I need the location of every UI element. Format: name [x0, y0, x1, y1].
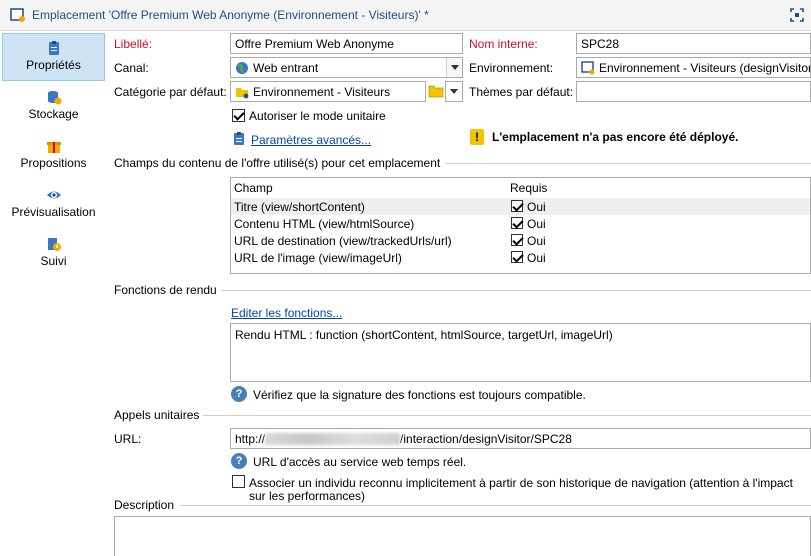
requis-checkbox[interactable] [511, 200, 523, 212]
globe-icon [236, 62, 248, 74]
sidebar-item-previsualisation[interactable]: Prévisualisation [2, 181, 105, 229]
libelle-input[interactable]: Offre Premium Web Anonyme [230, 33, 463, 54]
categorie-value: Environnement - Visiteurs [253, 85, 391, 99]
window-title: Emplacement 'Offre Premium Web Anonyme (… [32, 8, 429, 22]
sidebar-item-suivi[interactable]: Suivi [2, 230, 105, 278]
url-prefix: http:// [235, 432, 266, 446]
sidebar-item-label: Prévisualisation [11, 205, 96, 219]
column-header-champ: Champ [234, 181, 273, 195]
table-row[interactable]: URL de destination (view/trackedUrls/url… [231, 232, 810, 249]
gift-icon [46, 142, 61, 153]
deployment-warning: L'emplacement n'a pas encore été déployé… [492, 130, 739, 144]
champ-cell: Titre (view/shortContent) [234, 200, 365, 214]
title-bar: Emplacement 'Offre Premium Web Anonyme (… [0, 0, 811, 31]
champs-section-title: Champs du contenu de l'offre utilisé(s) … [114, 156, 441, 170]
environnement-value: Environnement - Visiteurs (designVisitor… [599, 61, 811, 75]
url-suffix: /interaction/designVisitor/SPC28 [400, 432, 572, 446]
sidebar-item-proprietes[interactable]: Propriétés [2, 33, 105, 81]
requis-cell: Oui [527, 217, 546, 231]
warning-icon: ! [470, 129, 484, 145]
associate-individual-checkbox[interactable] [232, 475, 245, 488]
table-row[interactable]: Titre (view/shortContent) Oui [231, 198, 810, 215]
nom-interne-input[interactable]: SPC28 [576, 33, 811, 54]
section-divider [446, 163, 811, 164]
categorie-label: Catégorie par défaut: [114, 85, 227, 99]
rendu-section-title: Fonctions de rendu [114, 283, 217, 297]
signature-help-text: Vérifiez que la signature des fonctions … [253, 388, 586, 402]
requis-cell: Oui [527, 251, 546, 265]
database-sync-icon [47, 91, 61, 105]
mode-unitaire-checkbox[interactable] [232, 109, 245, 122]
table-row[interactable]: URL de l'image (view/imageUrl) Oui [231, 249, 810, 266]
environment-icon [581, 61, 595, 75]
themes-input[interactable] [576, 81, 811, 102]
sidebar-item-stockage[interactable]: Stockage [2, 83, 105, 131]
appels-section-title: Appels unitaires [114, 408, 200, 422]
associate-label-line2: sur les performances) [249, 489, 366, 503]
maximize-icon[interactable] [789, 7, 805, 23]
url-input[interactable]: http:// /interaction/designVisitor/SPC28 [230, 428, 811, 449]
url-help-text: URL d'accès au service web temps réel. [253, 455, 467, 469]
associate-label-line1: Associer un individu reconnu impliciteme… [249, 476, 793, 490]
canal-label: Canal: [114, 61, 149, 75]
sidebar-item-label: Suivi [40, 254, 67, 268]
folder-icon [236, 88, 249, 99]
sidebar-item-label: Propriétés [26, 58, 81, 72]
tracking-icon [47, 238, 61, 251]
requis-checkbox[interactable] [511, 217, 523, 229]
champ-cell: URL de destination (view/trackedUrls/url… [234, 234, 452, 248]
sidebar-item-label: Propositions [20, 156, 87, 170]
eye-icon [46, 191, 61, 199]
sidebar-item-label: Stockage [28, 107, 79, 121]
description-section-title: Description [114, 498, 175, 512]
sidebar-item-propositions[interactable]: Propositions [2, 132, 105, 180]
clipboard-icon [234, 132, 244, 145]
description-textarea[interactable] [114, 516, 811, 556]
environnement-label: Environnement: [469, 61, 554, 75]
section-divider [221, 290, 811, 291]
environnement-field[interactable]: Environnement - Visiteurs (designVisitor… [576, 57, 811, 78]
libelle-label: Libellé: [114, 37, 153, 51]
column-header-requis: Requis [510, 181, 548, 195]
mode-unitaire-label: Autoriser le mode unitaire [249, 109, 386, 123]
nom-interne-label: Nom interne: [469, 37, 538, 51]
categorie-dropdown[interactable] [445, 81, 463, 102]
canal-value: Web entrant [253, 61, 319, 75]
sidebar: Propriétés Stockage Propositions Prévisu… [0, 31, 107, 556]
canal-select[interactable]: Web entrant [230, 57, 463, 78]
champ-cell: Contenu HTML (view/htmlSource) [234, 217, 415, 231]
champ-cell: URL de l'image (view/imageUrl) [234, 251, 402, 265]
clipboard-icon [48, 41, 59, 55]
rendu-functions-textarea[interactable]: Rendu HTML : function (shortContent, htm… [230, 323, 811, 382]
editer-fonctions-link[interactable]: Editer les fonctions... [231, 306, 342, 320]
section-divider [203, 415, 811, 416]
chevron-down-icon[interactable] [446, 82, 462, 101]
folder-browse-icon[interactable] [428, 84, 444, 98]
requis-cell: Oui [527, 200, 546, 214]
requis-checkbox[interactable] [511, 251, 523, 263]
help-icon: ? [231, 386, 247, 402]
placement-icon [10, 8, 25, 22]
categorie-field[interactable]: Environnement - Visiteurs [230, 81, 426, 102]
url-label: URL: [114, 432, 142, 446]
section-divider [180, 505, 811, 506]
champs-table: Champ Requis Titre (view/shortContent) O… [230, 177, 811, 274]
requis-checkbox[interactable] [511, 234, 523, 246]
help-icon: ? [231, 453, 247, 469]
requis-cell: Oui [527, 234, 546, 248]
table-row[interactable]: Contenu HTML (view/htmlSource) Oui [231, 215, 810, 232]
redacted-host [265, 433, 401, 445]
chevron-down-icon[interactable] [446, 58, 462, 77]
themes-label: Thèmes par défaut: [469, 85, 574, 99]
parametres-avances-link[interactable]: Paramètres avancés... [251, 133, 371, 147]
